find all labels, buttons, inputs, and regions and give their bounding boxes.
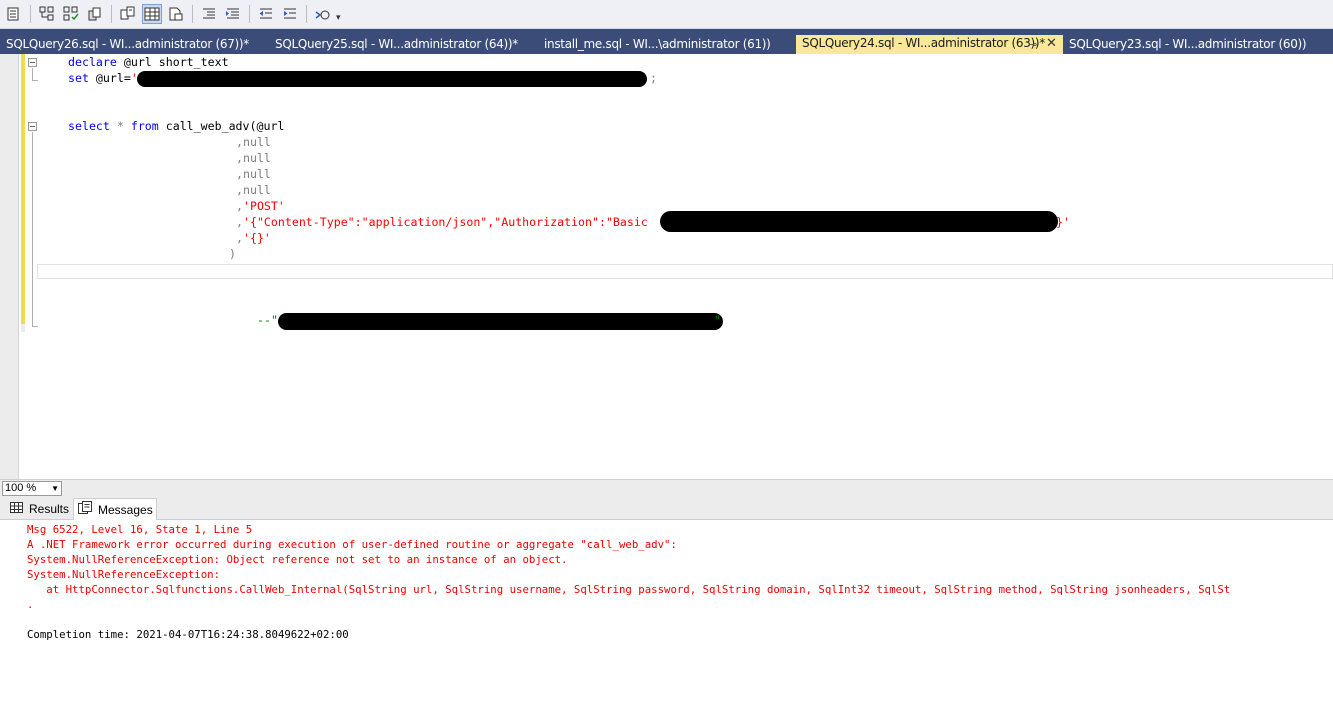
outline-line [32, 132, 33, 326]
code-line-null: ,null [236, 151, 271, 165]
tab-label: SQLQuery25.sql - WI...administrator (64)… [275, 37, 518, 51]
zoom-value: 100 % [5, 482, 37, 494]
display-plan-icon[interactable] [118, 4, 138, 24]
code-line-null: ,null [236, 183, 271, 197]
completion-time: Completion time: 2021-04-07T16:24:38.804… [27, 628, 349, 641]
code-line-close-paren: ) [229, 247, 236, 261]
tab-results-label: Results [29, 502, 70, 516]
message-line: System.NullReferenceException: [27, 568, 221, 581]
tab-install-me[interactable]: install_me.sql - WI...\administrator (61… [538, 36, 796, 54]
code-line-method: ,'POST' [236, 199, 285, 213]
editor-gutter [0, 54, 19, 479]
comment-icon[interactable] [37, 4, 57, 24]
change-tracking-bar-saved [21, 324, 25, 332]
decrease-indent-icon[interactable] [199, 4, 219, 24]
tab-label: SQLQuery26.sql - WI...administrator (67)… [6, 37, 249, 51]
parse-icon[interactable] [85, 4, 105, 24]
collapse-region-icon[interactable] [28, 122, 37, 131]
tab-sqlquery23[interactable]: SQLQuery23.sql - WI...administrator (60)… [1063, 36, 1333, 54]
outline-end [32, 326, 38, 327]
query-editor[interactable]: declare @url short_text set @url=' ; sel… [0, 54, 1333, 479]
message-line: . [27, 598, 34, 611]
messages-icon [78, 500, 92, 520]
code-line-body: ,'{}' [236, 231, 271, 245]
code-line-set-url: set @url=' [68, 71, 138, 85]
specify-values-icon[interactable] [313, 4, 333, 24]
tab-messages-label: Messages [98, 502, 153, 517]
collapse-region-icon[interactable] [28, 58, 37, 67]
code-line-null: ,null [236, 167, 271, 181]
code-line-comment: --" [257, 313, 278, 327]
tab-messages[interactable]: Messages [73, 498, 157, 521]
toolbar-overflow-icon[interactable]: ▾ [336, 12, 341, 23]
query-toolbar: ▾ [0, 0, 1333, 29]
redaction-mark [137, 71, 647, 87]
code-line-headers: ,'{"Content-Type":"application/json","Au… [236, 215, 655, 229]
outline-end [32, 80, 38, 81]
toolbar-separator [30, 5, 31, 23]
toolbar-separator [249, 5, 250, 23]
current-line-highlight [37, 264, 1333, 279]
editor-status-bar: 100 % ▼ [0, 479, 1333, 496]
results-to-file-icon[interactable] [166, 4, 186, 24]
toolbar-separator [192, 5, 193, 23]
results-to-grid-icon[interactable] [142, 4, 162, 24]
document-tab-strip: SQLQuery26.sql - WI...administrator (67)… [0, 29, 1333, 54]
query-options-icon[interactable] [4, 4, 24, 24]
zoom-select[interactable]: 100 % ▼ [2, 481, 62, 496]
code-line-declare: declare @url short_text [68, 55, 229, 69]
message-line: A .NET Framework error occurred during e… [27, 538, 677, 551]
tab-label: SQLQuery23.sql - WI...administrator (60)… [1069, 37, 1307, 51]
close-icon[interactable]: ✕ [1046, 35, 1057, 52]
code-line-null: ,null [236, 135, 271, 149]
messages-pane[interactable]: Msg 6522, Level 16, State 1, Line 5 A .N… [0, 520, 1333, 716]
toolbar-separator [111, 5, 112, 23]
outdent-icon[interactable] [256, 4, 276, 24]
message-line: at HttpConnector.Sqlfunctions.CallWeb_In… [27, 583, 1231, 596]
tab-sqlquery26[interactable]: SQLQuery26.sql - WI...administrator (67)… [0, 36, 268, 54]
message-line: System.NullReferenceException: Object re… [27, 553, 568, 566]
change-tracking-bar [21, 54, 25, 324]
chevron-down-icon: ▼ [51, 484, 59, 493]
indent-icon[interactable] [280, 4, 300, 24]
uncomment-icon[interactable] [61, 4, 81, 24]
tab-sqlquery25[interactable]: SQLQuery25.sql - WI...administrator (64)… [269, 36, 537, 54]
code-line-comment-end: " [714, 313, 721, 327]
tab-label: SQLQuery24.sql - WI...administrator (63)… [802, 36, 1045, 50]
redaction-mark [660, 211, 1058, 232]
code-line-headers-end: }' [1056, 215, 1070, 229]
grid-icon [10, 500, 23, 519]
message-line: Msg 6522, Level 16, State 1, Line 5 [27, 523, 253, 536]
results-tab-strip: Results Messages [0, 496, 1333, 521]
toolbar-separator [306, 5, 307, 23]
outline-line [32, 68, 33, 80]
code-line-set-url-end: ; [650, 71, 657, 85]
tab-results[interactable]: Results [6, 499, 72, 520]
pin-icon[interactable]: ⊸ [1028, 36, 1037, 53]
code-line-select: select * from call_web_adv(@url [68, 119, 285, 133]
increase-indent-icon[interactable] [223, 4, 243, 24]
tab-sqlquery24[interactable]: SQLQuery24.sql - WI...administrator (63)… [796, 35, 1063, 54]
tab-label: install_me.sql - WI...\administrator (61… [544, 37, 771, 51]
redaction-mark [278, 313, 723, 330]
